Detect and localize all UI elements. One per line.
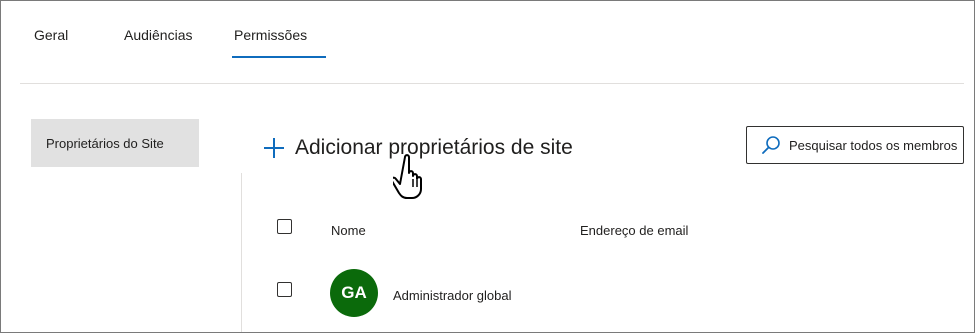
tab-general[interactable]: Geral xyxy=(34,27,68,43)
site-settings-panel: Geral Audiências Permissões Proprietário… xyxy=(0,0,975,333)
content-divider xyxy=(241,173,242,332)
row-checkbox[interactable] xyxy=(277,282,292,297)
column-header-email[interactable]: Endereço de email xyxy=(580,223,688,238)
tab-permissions[interactable]: Permissões xyxy=(234,27,307,43)
header-divider xyxy=(20,83,964,84)
selected-tab-indicator xyxy=(232,56,326,58)
row-name: Administrador global xyxy=(393,288,512,303)
hand-pointer-cursor-icon xyxy=(393,154,422,199)
sidebar-item-site-owners[interactable]: Proprietários do Site xyxy=(31,119,199,167)
select-all-checkbox[interactable] xyxy=(277,219,292,234)
search-placeholder: Pesquisar todos os membros xyxy=(789,137,958,153)
tab-audiences[interactable]: Audiências xyxy=(124,27,193,43)
search-members-input[interactable]: Pesquisar todos os membros xyxy=(746,126,964,164)
avatar: GA xyxy=(330,269,378,317)
search-icon xyxy=(762,136,780,154)
column-header-name[interactable]: Nome xyxy=(331,223,366,238)
plus-icon xyxy=(263,137,285,159)
